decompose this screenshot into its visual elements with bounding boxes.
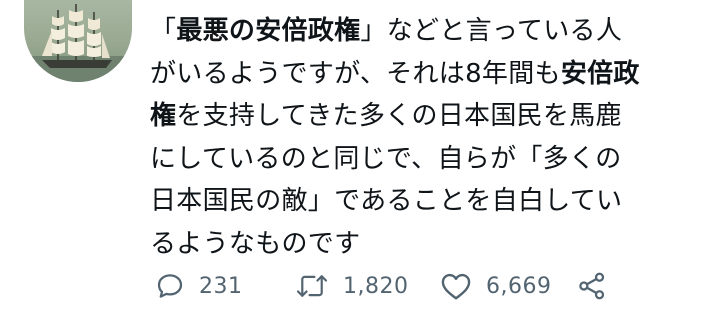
tweet-actions: 231 1,820 6,669 bbox=[155, 266, 715, 306]
tweet-line: がいるようですが、それは8年間も安倍政 bbox=[150, 58, 640, 89]
tweet-line: にしているのと同じで、自らが「多くの bbox=[150, 143, 622, 174]
tweet-header-cropped bbox=[150, 0, 570, 6]
tweet-text: 「最悪の安倍政権」などと言っている人 がいるようですが、それは8年間も安倍政 権… bbox=[150, 10, 705, 265]
tweet-line: 日本国民の敵」であることを自白してい bbox=[150, 186, 623, 216]
retweet-count: 1,820 bbox=[343, 273, 409, 299]
avatar[interactable] bbox=[24, 0, 132, 82]
reply-count: 231 bbox=[199, 273, 243, 299]
reply-icon bbox=[157, 274, 183, 298]
share-icon bbox=[579, 272, 605, 300]
like-count: 6,669 bbox=[486, 273, 552, 299]
like-button[interactable]: 6,669 bbox=[440, 266, 551, 306]
heart-icon bbox=[441, 273, 471, 300]
tweet-line: 権を支持してきた多くの日本国民を馬鹿 bbox=[150, 101, 622, 131]
tweet-line: るようなものです bbox=[150, 228, 361, 259]
retweet-button[interactable]: 1,820 bbox=[295, 266, 408, 306]
sailing-ship-icon bbox=[24, 4, 132, 82]
retweet-icon bbox=[296, 275, 328, 297]
tweet-line: 「最悪の安倍政権」などと言っている人 bbox=[150, 16, 623, 46]
share-button[interactable] bbox=[577, 266, 607, 306]
reply-button[interactable]: 231 bbox=[155, 266, 243, 306]
